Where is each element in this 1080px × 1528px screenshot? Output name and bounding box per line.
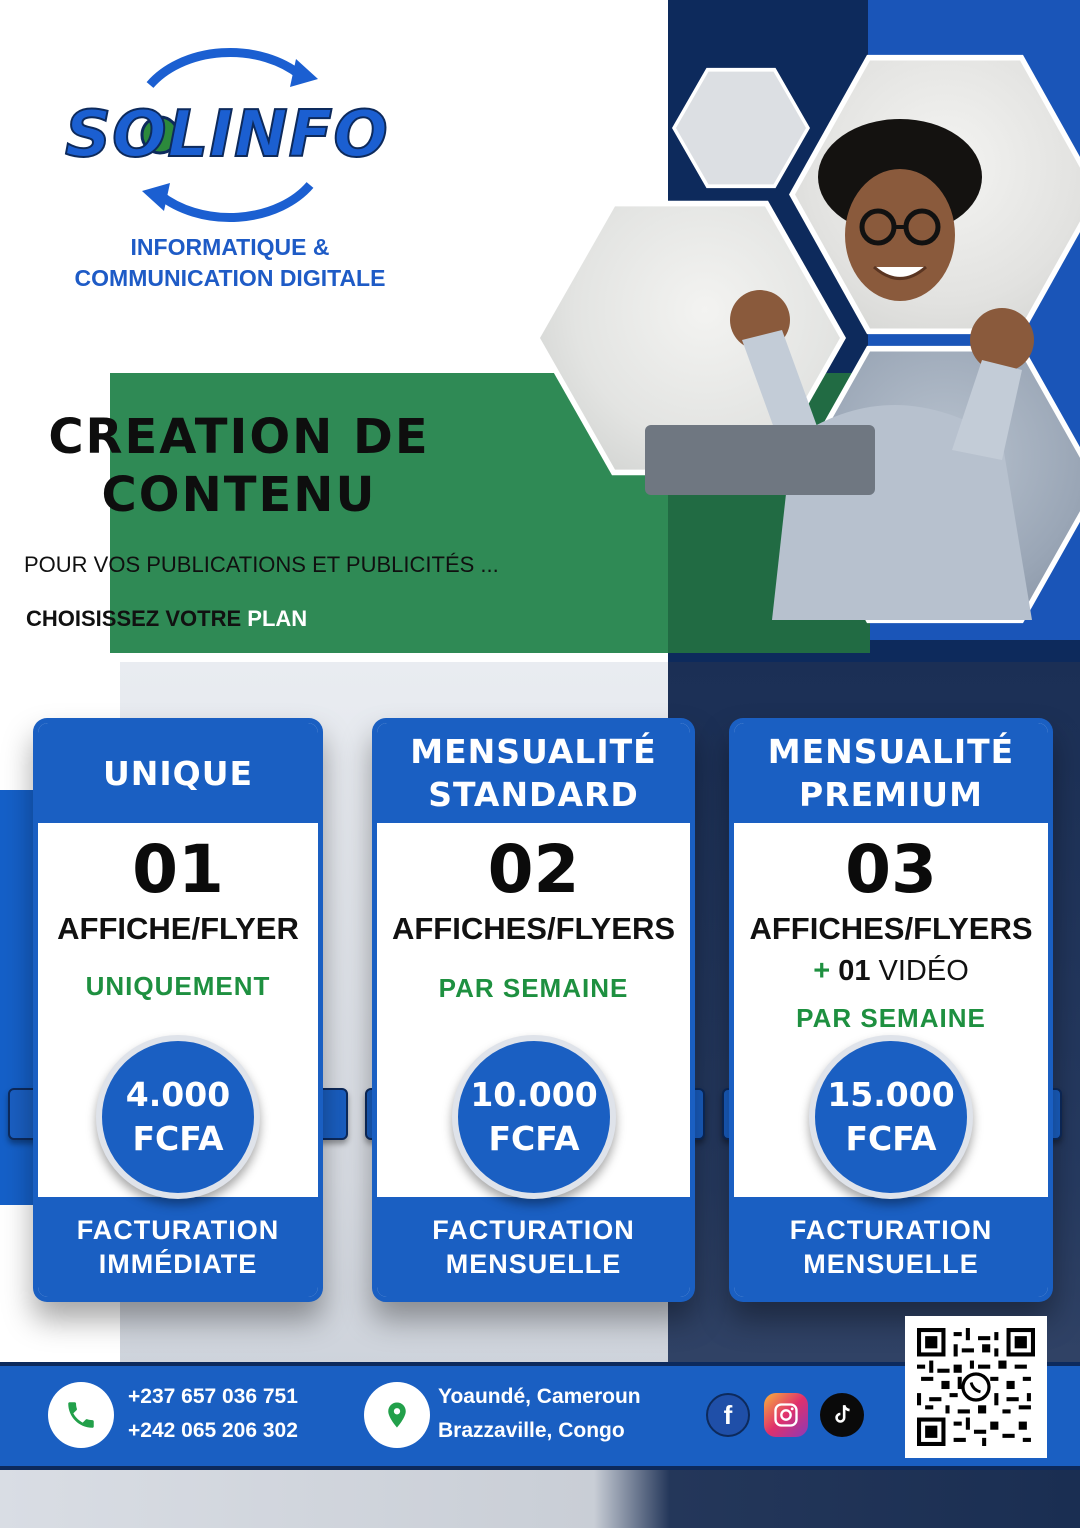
price-amount: 4.000 (125, 1075, 231, 1114)
bottom-strip (0, 1470, 1080, 1528)
plan-card-premium[interactable]: MENSUALITÉ PREMIUM 03 AFFICHES/FLYERS + … (729, 718, 1053, 1302)
plan-item: AFFICHES/FLYERS (391, 911, 676, 946)
title-line-1: CREATION DE (48, 409, 430, 465)
plan-card-body: UNIQUE 01 AFFICHE/FLYER UNIQUEMENT FACTU… (38, 723, 318, 1297)
plus-sign: + (813, 955, 831, 987)
price-currency: FCFA (132, 1119, 224, 1158)
billing-line-1: FACTURATION (432, 1215, 635, 1245)
facebook-icon[interactable]: f (706, 1393, 750, 1437)
subtitle: POUR VOS PUBLICATIONS ET PUBLICITÉS ... (24, 552, 499, 577)
plan-period: UNIQUEMENT (85, 971, 271, 1001)
plan-quantity: 03 (845, 831, 937, 908)
choose-prefix: CHOISISSEZ VOTRE (26, 606, 242, 631)
choose-plan-label: CHOISISSEZ VOTRE PLAN (26, 606, 307, 632)
price-badge-standard: 10.000 FCFA (452, 1035, 616, 1199)
location-pin-icon (364, 1382, 430, 1448)
qr-code-image (917, 1328, 1035, 1446)
laptop-photo (645, 425, 875, 495)
price-currency: FCFA (488, 1119, 580, 1158)
plan-card-body: MENSUALITÉ STANDARD 02 AFFICHES/FLYERS P… (377, 723, 690, 1297)
locations: Yoaundé, Cameroun Brazzaville, Congo (438, 1380, 641, 1448)
phone-icon[interactable] (48, 1382, 114, 1448)
billing-line-2: MENSUELLE (803, 1249, 979, 1279)
phone-glyph-icon (68, 1402, 94, 1428)
plan-header: UNIQUE (38, 723, 318, 823)
tiktok-glyph-icon (835, 1404, 850, 1423)
plan-header: MENSUALITÉ STANDARD (377, 723, 690, 823)
plan-billing: FACTURATION MENSUELLE (734, 1197, 1048, 1297)
plan-card-standard[interactable]: MENSUALITÉ STANDARD 02 AFFICHES/FLYERS P… (372, 718, 695, 1302)
brand-tagline: INFORMATIQUE & COMMUNICATION DIGITALE (30, 232, 430, 294)
plan-billing: FACTURATION IMMÉDIATE (38, 1197, 318, 1297)
phone-number-2[interactable]: +242 065 206 302 (128, 1414, 298, 1448)
logo-wordmark: SOLINFO (64, 97, 389, 173)
plan-period: PAR SEMAINE (438, 973, 629, 1003)
page-title: CREATION DE CONTENU (24, 408, 454, 524)
location-2: Brazzaville, Congo (438, 1419, 625, 1442)
billing-line-1: FACTURATION (76, 1215, 280, 1245)
pin-glyph-icon (388, 1402, 406, 1428)
extra-count: 01 (838, 955, 871, 987)
instagram-icon[interactable] (764, 1393, 808, 1437)
price-amount: 15.000 (827, 1075, 955, 1114)
instagram-glyph-icon (774, 1403, 798, 1427)
phone-numbers: +237 657 036 751 +242 065 206 302 (128, 1380, 298, 1448)
plan-item: AFFICHE/FLYER (57, 911, 299, 946)
plan-card-body: MENSUALITÉ PREMIUM 03 AFFICHES/FLYERS + … (734, 723, 1048, 1297)
plan-quantity: 01 (132, 831, 224, 908)
price-amount: 10.000 (470, 1075, 598, 1114)
billing-line-2: MENSUELLE (445, 1249, 622, 1279)
extra-item: VIDÉO (878, 955, 969, 987)
qr-code[interactable] (905, 1316, 1047, 1458)
plan-item: AFFICHES/FLYERS (749, 911, 1033, 946)
left-blue-strip (0, 790, 36, 1205)
location-1: Yoaundé, Cameroun (438, 1385, 641, 1408)
plan-extra: + 01 VIDÉO (734, 955, 1048, 988)
price-badge-premium: 15.000 FCFA (809, 1035, 973, 1199)
price-currency: FCFA (845, 1119, 937, 1158)
title-line-2: CONTENU (101, 467, 377, 523)
plan-billing: FACTURATION MENSUELLE (377, 1197, 690, 1297)
billing-line-2: IMMÉDIATE (98, 1249, 258, 1279)
plan-header: MENSUALITÉ PREMIUM (734, 723, 1048, 823)
choose-highlight: PLAN (247, 606, 308, 631)
plan-card-unique[interactable]: UNIQUE 01 AFFICHE/FLYER UNIQUEMENT FACTU… (33, 718, 323, 1302)
price-badge-unique: 4.000 FCFA (96, 1035, 260, 1199)
billing-line-1: FACTURATION (789, 1215, 993, 1245)
plan-quantity: 02 (487, 831, 580, 908)
tagline-line-2: COMMUNICATION DIGITALE (74, 265, 386, 291)
phone-number-1[interactable]: +237 657 036 751 (128, 1380, 298, 1414)
tagline-line-1: INFORMATIQUE & (130, 234, 330, 260)
tiktok-icon[interactable] (820, 1393, 864, 1437)
plan-period: PAR SEMAINE (796, 1003, 986, 1033)
